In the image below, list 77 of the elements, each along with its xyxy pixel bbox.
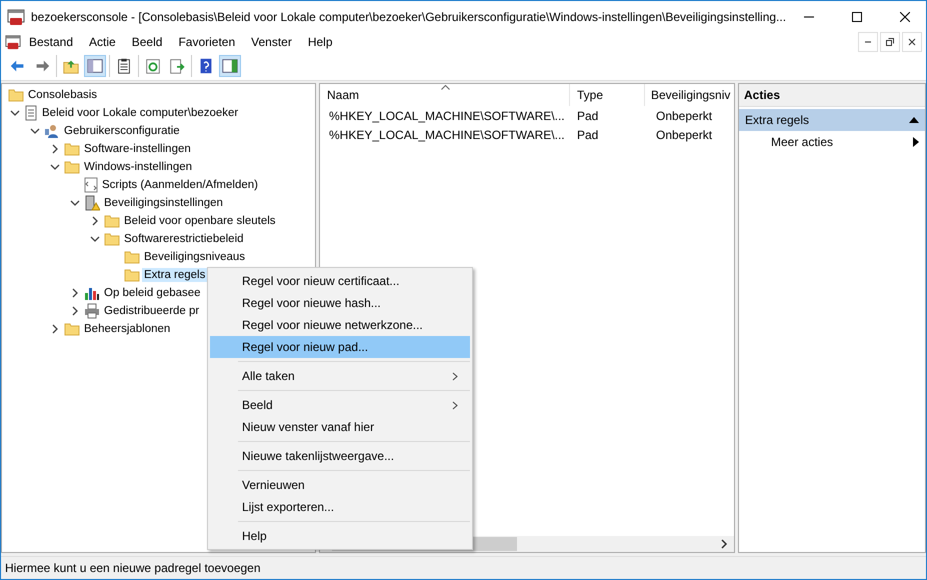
tree-item[interactable]: Op beleid gebasee bbox=[102, 286, 203, 300]
maximize-icon[interactable] bbox=[852, 12, 862, 22]
column-header[interactable]: Naam bbox=[320, 84, 570, 106]
user-icon bbox=[44, 123, 60, 139]
chevron-right-icon[interactable] bbox=[720, 539, 728, 549]
menu-item[interactable]: Regel voor nieuwe hash... bbox=[210, 292, 470, 314]
menu-item[interactable]: Beeld bbox=[124, 35, 170, 49]
tree-item[interactable]: Software-instellingen bbox=[82, 142, 193, 156]
tree-item[interactable]: Scripts (Aanmelden/Afmelden) bbox=[100, 178, 260, 192]
tree-item[interactable]: Softwarerestrictiebeleid bbox=[122, 232, 246, 246]
menu-item[interactable]: Nieuw venster vanaf hier bbox=[210, 416, 470, 438]
tree-item[interactable]: Beveiligingsniveaus bbox=[142, 250, 248, 264]
column-header[interactable]: Type bbox=[570, 84, 645, 106]
tree-item[interactable]: Gebruikersconfiguratie bbox=[62, 124, 182, 138]
console-icon bbox=[7, 8, 25, 26]
tree-item[interactable]: Gedistribueerde pr bbox=[102, 304, 202, 318]
tree-item[interactable]: Beleid voor openbare sleutels bbox=[122, 214, 278, 228]
menu-item[interactable]: Regel voor nieuw pad... bbox=[210, 336, 470, 358]
minimize-icon bbox=[864, 41, 872, 43]
folder-icon bbox=[64, 142, 80, 156]
action-item[interactable]: Meer acties bbox=[739, 131, 925, 153]
status-bar: Hiermee kunt u een nieuwe padregel toevoegen bbox=[1, 556, 926, 579]
close-icon[interactable] bbox=[900, 12, 910, 22]
menu-item[interactable]: Beeld bbox=[210, 394, 470, 416]
menu-item[interactable]: Alle taken bbox=[210, 365, 470, 387]
menu-item[interactable]: Help bbox=[210, 525, 470, 547]
tree-item[interactable]: Beleid voor Lokale computer\bezoeker bbox=[40, 106, 240, 120]
bar-chart-icon bbox=[84, 285, 100, 301]
folder-icon bbox=[8, 88, 24, 102]
close-icon bbox=[908, 38, 916, 46]
menu-item[interactable]: Regel voor nieuw certificaat... bbox=[210, 270, 470, 292]
actions-section[interactable]: Extra regels bbox=[739, 109, 925, 131]
menu-item[interactable]: Bestand bbox=[21, 35, 82, 49]
folder-icon bbox=[64, 160, 80, 174]
menu-item[interactable]: Actie bbox=[81, 35, 124, 49]
table-cell-text: Onbeperkt bbox=[655, 128, 714, 142]
chevron-right-icon[interactable] bbox=[50, 144, 60, 154]
menu-item[interactable]: Lijst exporteren... bbox=[210, 496, 470, 518]
tree-item[interactable]: Beheersjablonen bbox=[82, 322, 172, 336]
menu-item[interactable]: Help bbox=[300, 35, 341, 49]
chevron-down-icon[interactable] bbox=[50, 162, 60, 172]
menu-item[interactable]: Favorieten bbox=[170, 35, 244, 49]
table-cell-text: %HKEY_LOCAL_MACHINE\SOFTWARE\... bbox=[328, 128, 566, 142]
chevron-right-icon[interactable] bbox=[90, 216, 100, 226]
menu-item[interactable]: Vernieuwen bbox=[210, 474, 470, 496]
tree-item[interactable]: Extra regels bbox=[142, 268, 208, 282]
restore-button[interactable] bbox=[880, 32, 900, 52]
folder-icon bbox=[104, 232, 120, 246]
close-button[interactable] bbox=[902, 32, 922, 52]
minimize-icon[interactable] bbox=[804, 16, 814, 18]
menu-item[interactable]: Venster bbox=[243, 35, 300, 49]
server-lock-icon bbox=[84, 195, 100, 211]
folder-icon bbox=[124, 268, 140, 282]
tree-item[interactable]: Consolebasis bbox=[26, 88, 100, 102]
folder-icon bbox=[104, 214, 120, 228]
table-cell-text: Pad bbox=[576, 108, 600, 122]
menu-item[interactable]: Nieuwe takenlijstweergave... bbox=[210, 445, 470, 467]
document-icon bbox=[24, 105, 38, 121]
printer-icon bbox=[84, 303, 100, 319]
chevron-down-icon[interactable] bbox=[90, 234, 100, 244]
collapse-triangle-icon[interactable] bbox=[909, 117, 919, 123]
folder-icon bbox=[64, 322, 80, 336]
menu-item[interactable]: Regel voor nieuwe netwerkzone... bbox=[210, 314, 470, 336]
table-cell-text: Pad bbox=[576, 128, 600, 142]
chevron-down-icon[interactable] bbox=[70, 198, 80, 208]
tree-pane-icon[interactable] bbox=[84, 55, 106, 77]
restore-icon bbox=[886, 38, 894, 46]
actions-header: Acties bbox=[739, 84, 925, 107]
folder-icon bbox=[124, 250, 140, 264]
submenu-triangle-icon bbox=[913, 137, 919, 147]
column-header[interactable]: Beveiligingsniv bbox=[645, 84, 735, 106]
tree-item[interactable]: Beveiligingsinstellingen bbox=[102, 196, 225, 210]
tree-item[interactable]: Windows-instellingen bbox=[82, 160, 194, 174]
table-cell-text: %HKEY_LOCAL_MACHINE\SOFTWARE\... bbox=[328, 108, 566, 122]
table-cell-text: Onbeperkt bbox=[655, 108, 714, 122]
action-pane-icon[interactable] bbox=[219, 55, 241, 77]
script-icon bbox=[84, 177, 98, 193]
